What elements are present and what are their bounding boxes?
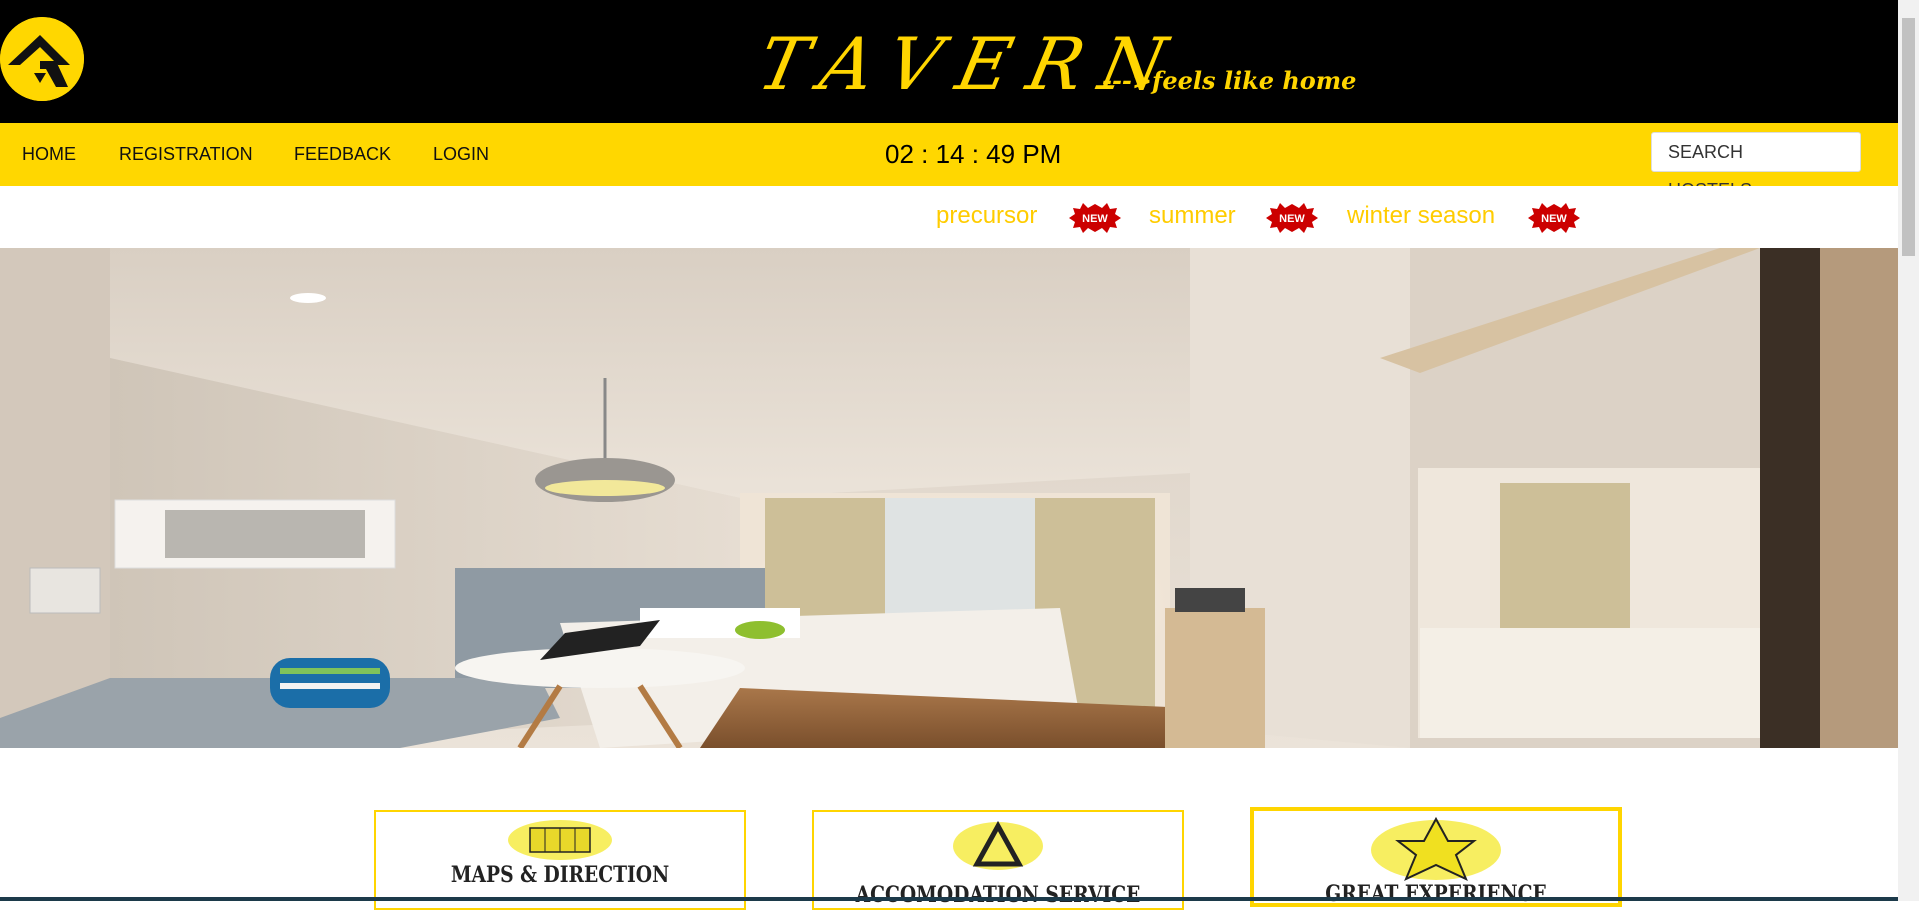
new-badge-label: NEW: [1279, 213, 1305, 225]
triangle-icon: [953, 820, 1043, 870]
star-icon: [1371, 816, 1501, 881]
feature-title-maps: MAPS & DIRECTION: [450, 862, 670, 888]
nav-feedback-link[interactable]: FEEDBACK: [294, 123, 391, 186]
main-nav: HOME REGISTRATION FEEDBACK LOGIN 02 : 14…: [0, 123, 1898, 200]
new-badge-label: NEW: [1541, 213, 1567, 225]
news-item-summer[interactable]: summer: [1149, 202, 1236, 230]
brand-tagline: --->feels like home: [1102, 66, 1357, 95]
search-hostels-input[interactable]: SEARCH HOSTELS....: [1651, 132, 1861, 200]
news-item-precursor[interactable]: precursor: [936, 202, 1037, 230]
live-clock: 02 : 14 : 49 PM: [885, 139, 1062, 169]
hero-room-image: [0, 248, 1898, 748]
feature-card-experience[interactable]: GREAT EXPERIENCE: [1250, 807, 1622, 907]
feature-card-maps[interactable]: MAPS & DIRECTION: [374, 810, 746, 910]
news-item-winter-season[interactable]: winter season: [1347, 202, 1495, 230]
nav-login-link[interactable]: LOGIN: [433, 123, 489, 186]
feature-card-accommodation[interactable]: ACCOMODATION SERVICE: [812, 810, 1184, 910]
map-icon: [508, 820, 612, 860]
page-bottom-edge: [0, 897, 1898, 901]
page-scrollbar[interactable]: [1898, 0, 1919, 901]
site-header: TAVERN --->feels like home: [0, 0, 1898, 123]
logo-icon[interactable]: [0, 17, 84, 101]
feature-title-experience: GREAT EXPERIENCE: [1325, 881, 1547, 907]
new-badge-label: NEW: [1082, 213, 1108, 225]
new-badge-icon: NEW: [1528, 203, 1580, 233]
new-badge-icon: NEW: [1069, 203, 1121, 233]
feature-title-accommodation: ACCOMODATION SERVICE: [855, 882, 1141, 908]
nav-registration-link[interactable]: REGISTRATION: [119, 123, 253, 186]
scrollbar-thumb[interactable]: [1902, 18, 1915, 256]
new-badge-icon: NEW: [1266, 203, 1318, 233]
news-ticker: precursor NEW summer NEW winter season N…: [0, 186, 1898, 248]
nav-home-link[interactable]: HOME: [22, 123, 76, 186]
